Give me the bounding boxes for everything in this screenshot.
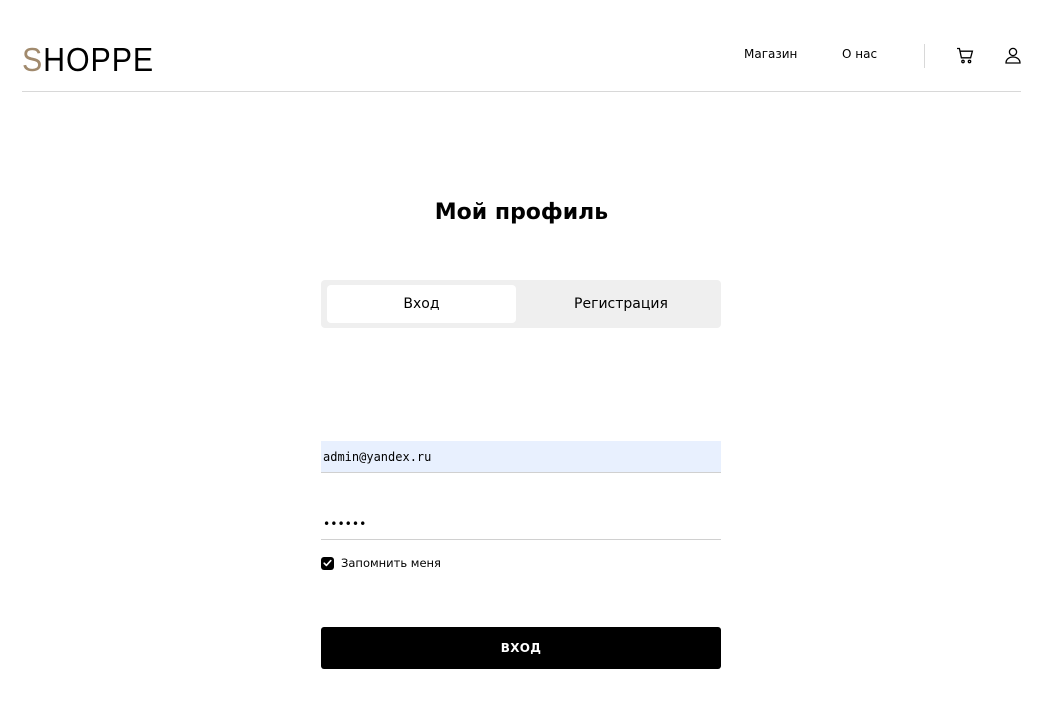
- login-button[interactable]: ВХОД: [321, 627, 721, 669]
- site-logo[interactable]: SHOPPE: [22, 40, 154, 80]
- cart-button[interactable]: [956, 46, 974, 64]
- site-header: SHOPPE Магазин О нас: [22, 0, 1021, 92]
- checkmark-icon: [323, 559, 332, 567]
- auth-tabs: Вход Регистрация: [321, 280, 721, 328]
- tab-register[interactable]: Регистрация: [522, 285, 720, 323]
- cart-icon: [957, 47, 974, 63]
- logo-accent-letter: S: [22, 41, 44, 78]
- account-button[interactable]: [1004, 46, 1022, 64]
- user-icon: [1005, 47, 1021, 64]
- tab-login[interactable]: Вход: [327, 285, 516, 323]
- page-title: Мой профиль: [434, 200, 609, 225]
- remember-me[interactable]: Запомнить меня: [321, 556, 441, 570]
- logo-text: HOPPE: [43, 41, 155, 78]
- remember-label: Запомнить меня: [341, 556, 441, 570]
- header-divider: [924, 44, 925, 68]
- nav-link-shop[interactable]: Магазин: [744, 46, 797, 62]
- nav-link-about[interactable]: О нас: [842, 46, 877, 62]
- password-field[interactable]: [321, 508, 721, 540]
- remember-checkbox[interactable]: [321, 556, 334, 570]
- email-field[interactable]: [321, 441, 721, 473]
